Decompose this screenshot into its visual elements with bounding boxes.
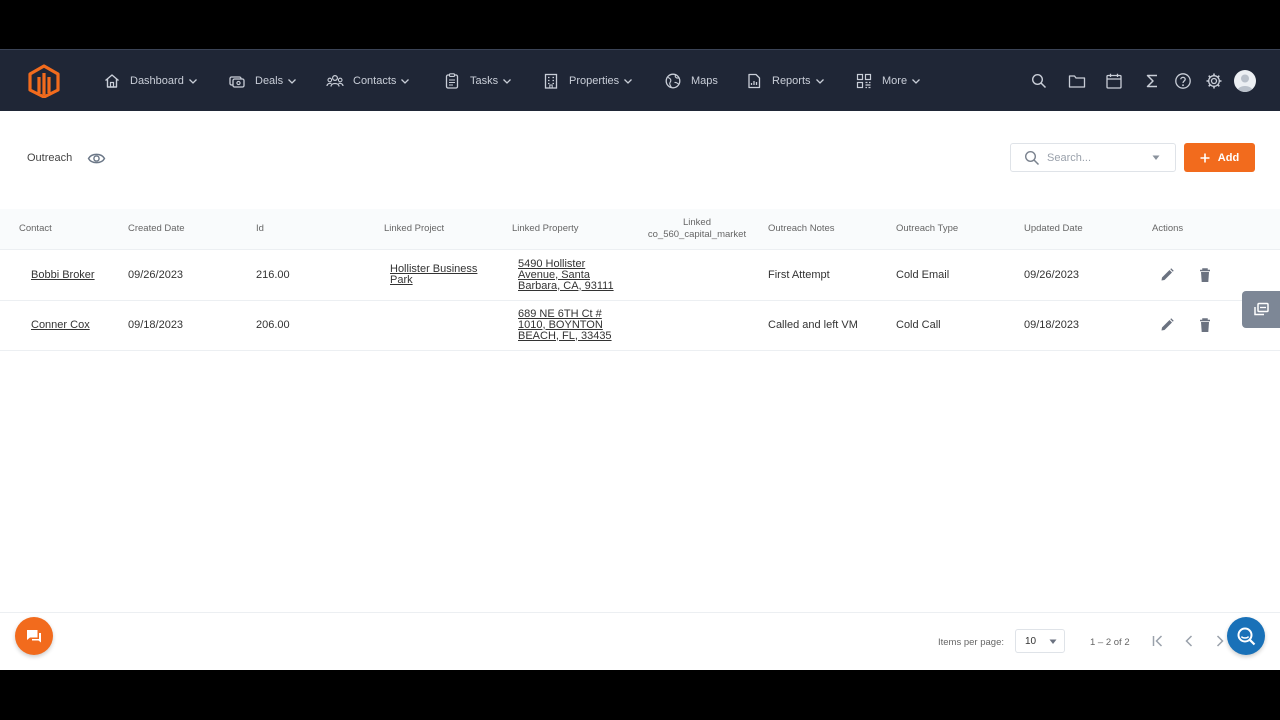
pagination-bar: Items per page: 10 1 – 2 of 2 <box>0 612 1280 670</box>
col-linked-capital-market[interactable]: Linked co_560_capital_market <box>640 209 754 249</box>
outreach-type: Cold Call <box>896 300 941 350</box>
col-id[interactable]: Id <box>256 209 264 249</box>
chevron-down-icon <box>502 76 512 86</box>
chevron-down-icon <box>188 76 198 86</box>
page-range: 1 – 2 of 2 <box>1090 637 1130 648</box>
edit-icon[interactable] <box>1159 317 1175 333</box>
record-id: 206.00 <box>256 300 290 350</box>
created-date: 09/18/2023 <box>128 300 183 350</box>
chevron-down-icon <box>400 76 410 86</box>
search-input[interactable] <box>1047 149 1147 167</box>
col-actions: Actions <box>1152 209 1183 249</box>
nav-dashboard-label: Dashboard <box>130 75 184 87</box>
stacked-windows-icon <box>1252 301 1270 319</box>
nav-reports[interactable]: Reports <box>745 50 825 112</box>
items-per-page-select[interactable]: 10 <box>1015 629 1065 653</box>
search-icon <box>1024 150 1040 166</box>
items-per-page-label: Items per page: <box>938 637 1004 648</box>
table-row[interactable]: Conner Cox 09/18/2023 206.00 689 NE 6TH … <box>0 300 1280 351</box>
updated-date: 09/26/2023 <box>1024 250 1079 300</box>
help-icon[interactable] <box>1174 72 1192 90</box>
search-field[interactable] <box>1010 143 1176 172</box>
table-header: Contact Created Date Id Linked Project L… <box>0 209 1280 250</box>
contact-link[interactable]: Bobbi Broker <box>31 270 95 281</box>
nav-properties[interactable]: Properties <box>542 50 633 112</box>
contacts-icon <box>326 72 344 90</box>
property-link[interactable]: 689 NE 6TH Ct # 1010, BOYNTON BEACH, FL,… <box>518 309 622 342</box>
updated-date: 09/18/2023 <box>1024 300 1079 350</box>
nav-tasks-label: Tasks <box>470 75 498 87</box>
folder-icon[interactable] <box>1068 72 1086 90</box>
first-page-icon[interactable] <box>1150 633 1166 649</box>
col-updated-date[interactable]: Updated Date <box>1024 209 1083 249</box>
chevron-down-icon <box>911 76 921 86</box>
col-created-date[interactable]: Created Date <box>128 209 185 249</box>
delete-icon[interactable] <box>1197 267 1213 283</box>
home-icon <box>103 72 121 90</box>
avatar[interactable] <box>1234 70 1256 92</box>
items-per-page-value: 10 <box>1025 636 1036 647</box>
nav-more-label: More <box>882 75 907 87</box>
nav-contacts[interactable]: Contacts <box>326 50 410 112</box>
gear-icon[interactable] <box>1205 72 1223 90</box>
page-title: Outreach <box>27 152 72 164</box>
edit-icon[interactable] <box>1159 267 1175 283</box>
outreach-notes: Called and left VM <box>768 300 858 350</box>
outreach-notes: First Attempt <box>768 250 830 300</box>
building-icon <box>542 72 560 90</box>
col-linked-property[interactable]: Linked Property <box>512 209 579 249</box>
sigma-icon[interactable] <box>1143 72 1161 90</box>
nav-tasks[interactable]: Tasks <box>443 50 512 112</box>
col-outreach-notes[interactable]: Outreach Notes <box>768 209 835 249</box>
chat-button[interactable] <box>15 617 53 655</box>
nav-properties-label: Properties <box>569 75 619 87</box>
project-link[interactable]: Hollister Business Park <box>390 264 490 286</box>
nav-deals[interactable]: Deals <box>228 50 297 112</box>
top-nav: Dashboard Deals Contacts Tasks <box>0 49 1280 111</box>
grid-icon <box>855 72 873 90</box>
app-window: Dashboard Deals Contacts Tasks <box>0 49 1280 670</box>
nav-more[interactable]: More <box>855 50 921 112</box>
previous-page-icon[interactable] <box>1181 633 1197 649</box>
report-icon <box>745 72 763 90</box>
magnifier-icon <box>1235 625 1257 647</box>
delete-icon[interactable] <box>1197 317 1213 333</box>
chat-icon <box>25 627 43 645</box>
chevron-down-icon <box>623 76 633 86</box>
deals-icon <box>228 72 246 90</box>
col-outreach-type[interactable]: Outreach Type <box>896 209 958 249</box>
eye-icon[interactable] <box>87 149 106 168</box>
nav-dashboard[interactable]: Dashboard <box>103 50 198 112</box>
side-panel-tab[interactable] <box>1242 291 1280 328</box>
outreach-type: Cold Email <box>896 250 949 300</box>
caret-down-icon[interactable] <box>1152 155 1160 161</box>
chevron-down-icon <box>815 76 825 86</box>
next-page-icon[interactable] <box>1212 633 1228 649</box>
clipboard-icon <box>443 72 461 90</box>
property-link[interactable]: 5490 Hollister Avenue, Santa Barbara, CA… <box>518 259 622 292</box>
add-button-label: Add <box>1218 152 1239 164</box>
record-id: 216.00 <box>256 250 290 300</box>
brand-logo[interactable] <box>27 64 61 98</box>
plus-icon <box>1200 153 1210 163</box>
globe-icon <box>664 72 682 90</box>
calendar-icon[interactable] <box>1105 72 1123 90</box>
help-search-button[interactable] <box>1227 617 1265 655</box>
nav-reports-label: Reports <box>772 75 811 87</box>
table-row[interactable]: Bobbi Broker 09/26/2023 216.00 Hollister… <box>0 250 1280 301</box>
search-icon[interactable] <box>1030 72 1048 90</box>
nav-deals-label: Deals <box>255 75 283 87</box>
nav-maps-label: Maps <box>691 75 718 87</box>
nav-maps[interactable]: Maps <box>664 50 718 112</box>
add-button[interactable]: Add <box>1184 143 1255 172</box>
created-date: 09/26/2023 <box>128 250 183 300</box>
chevron-down-icon <box>287 76 297 86</box>
col-linked-project[interactable]: Linked Project <box>384 209 444 249</box>
caret-down-icon <box>1049 639 1057 645</box>
contact-link[interactable]: Conner Cox <box>31 320 90 331</box>
col-contact[interactable]: Contact <box>19 209 52 249</box>
nav-contacts-label: Contacts <box>353 75 396 87</box>
